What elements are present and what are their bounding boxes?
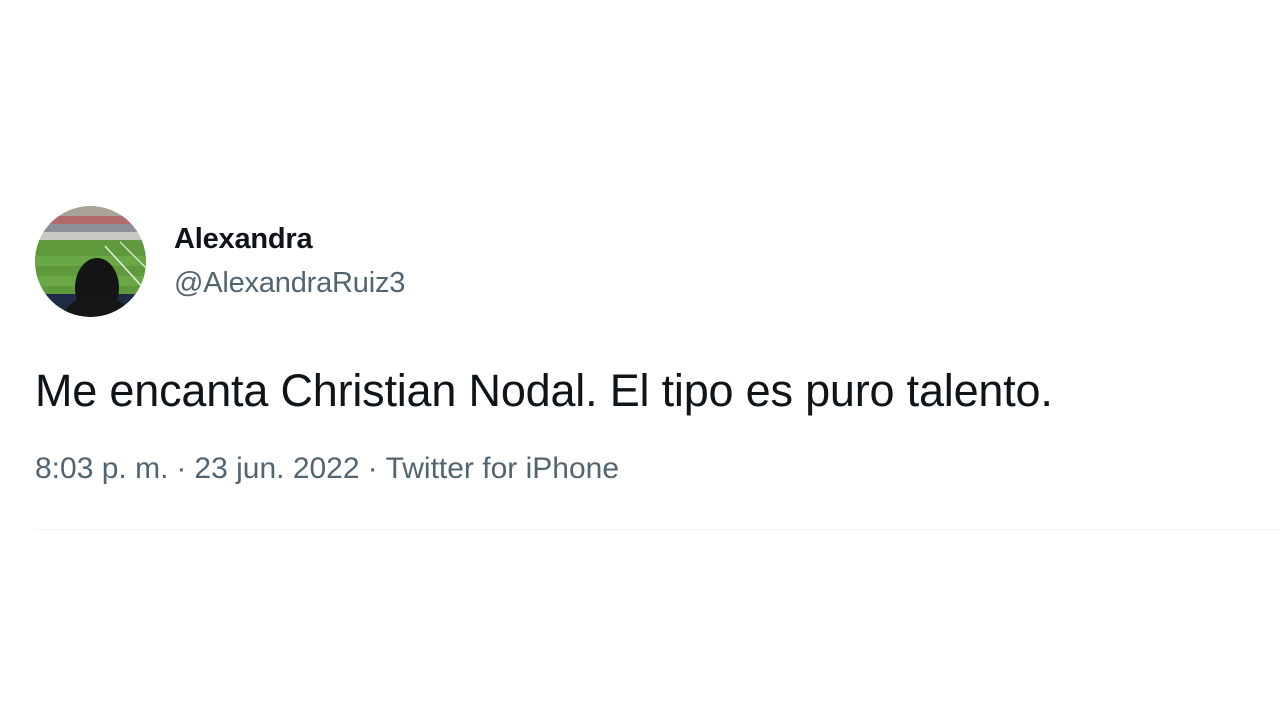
tweet-header: Alexandra @AlexandraRuiz3 xyxy=(35,206,1280,317)
author-handle[interactable]: @AlexandraRuiz3 xyxy=(174,266,405,300)
avatar-image xyxy=(35,206,146,317)
divider xyxy=(35,529,1280,530)
tweet-meta: 8:03 p. m. · 23 jun. 2022 · Twitter for iPho… xyxy=(35,451,1280,487)
meta-separator: · xyxy=(176,452,187,485)
tweet-card: Alexandra @AlexandraRuiz3 Me encanta Chr… xyxy=(35,206,1280,530)
author-names: Alexandra @AlexandraRuiz3 xyxy=(174,222,405,300)
author-display-name[interactable]: Alexandra xyxy=(174,222,405,256)
tweet-source[interactable]: Twitter for iPhone xyxy=(386,452,619,485)
tweet-text: Me encanta Christian Nodal. El tipo es p… xyxy=(35,365,1053,416)
tweet-time[interactable]: 8:03 p. m. xyxy=(35,452,168,485)
avatar[interactable] xyxy=(35,206,146,317)
tweet-date[interactable]: 23 jun. 2022 xyxy=(194,452,359,485)
meta-separator: · xyxy=(367,452,378,485)
